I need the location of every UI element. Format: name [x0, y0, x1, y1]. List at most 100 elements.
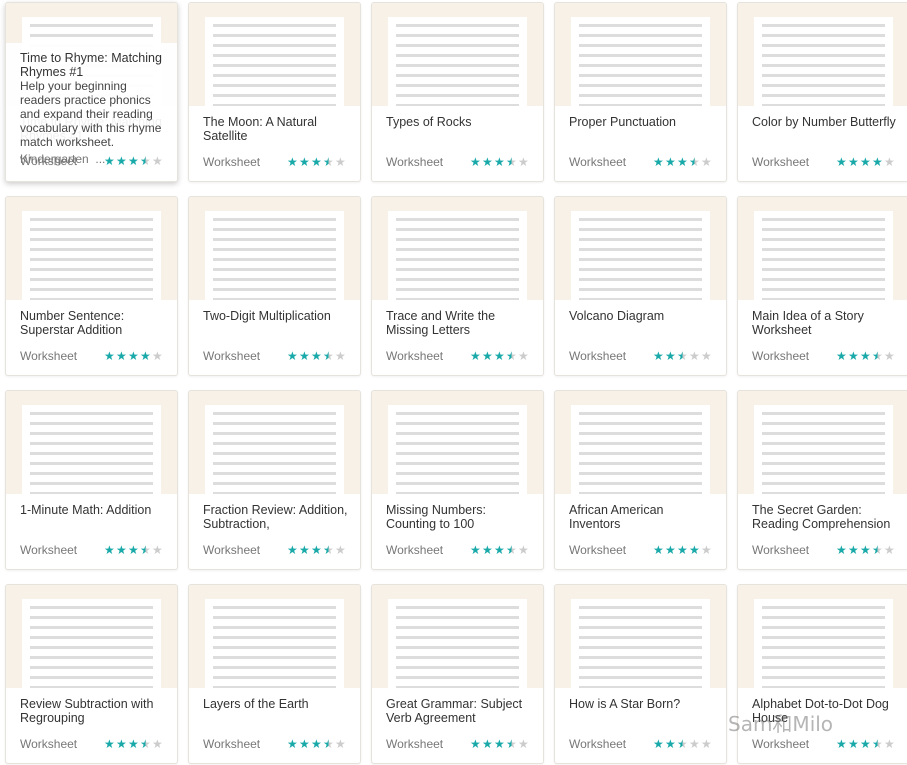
star-icon: ★ — [152, 737, 163, 751]
worksheet-card[interactable]: Review Subtraction with Regrouping Works… — [5, 584, 178, 764]
star-icon: ★ — [470, 349, 481, 363]
worksheet-thumbnail[interactable] — [372, 391, 543, 494]
worksheet-thumbnail[interactable] — [555, 197, 726, 300]
star-icon: ★ — [701, 737, 712, 751]
worksheet-thumbnail[interactable] — [738, 585, 907, 688]
star-icon: ★ — [665, 155, 676, 169]
star-rating: ★★★★★ — [104, 543, 163, 557]
worksheet-thumbnail[interactable] — [189, 197, 360, 300]
star-icon: ★ — [506, 155, 517, 169]
star-icon: ★ — [494, 543, 505, 557]
star-rating: ★★★★★ — [470, 349, 529, 363]
star-rating: ★★★★★ — [653, 543, 712, 557]
worksheet-card[interactable]: Missing Numbers: Counting to 100 Workshe… — [371, 390, 544, 570]
hover-details[interactable]: Time to Rhyme: Matching Rhymes #1 Help yo… — [6, 43, 177, 181]
star-icon: ★ — [689, 349, 700, 363]
card-title[interactable]: African American Inventors — [569, 503, 718, 531]
worksheet-thumbnail[interactable] — [6, 585, 177, 688]
star-rating: ★★★★★ — [104, 737, 163, 751]
star-icon: ★ — [116, 349, 127, 363]
star-icon: ★ — [506, 543, 517, 557]
star-icon: ★ — [299, 349, 310, 363]
worksheet-preview — [205, 211, 344, 300]
card-title[interactable]: Two-Digit Multiplication — [203, 309, 352, 323]
card-title[interactable]: Review Subtraction with Regrouping — [20, 697, 169, 725]
card-title[interactable]: Volcano Diagram — [569, 309, 718, 323]
star-icon: ★ — [128, 737, 139, 751]
worksheet-thumbnail[interactable] — [738, 197, 907, 300]
worksheet-thumbnail[interactable] — [189, 3, 360, 106]
card-title[interactable]: 1-Minute Math: Addition — [20, 503, 169, 517]
worksheet-card[interactable]: Volcano Diagram Worksheet ★ ★ ★ ★ ★ — [554, 196, 727, 376]
worksheet-thumbnail[interactable] — [372, 585, 543, 688]
card-type: Worksheet — [569, 737, 627, 751]
worksheet-card[interactable]: Time to Rhyme: Matching Rhymes #1 Worksh… — [5, 2, 178, 182]
star-icon: ★ — [884, 155, 895, 169]
card-type: Worksheet — [203, 543, 261, 557]
worksheet-thumbnail[interactable] — [738, 3, 907, 106]
card-title[interactable]: Color by Number Butterfly — [752, 115, 901, 129]
worksheet-card[interactable]: African American Inventors Worksheet ★ ★ ★ ★… — [554, 390, 727, 570]
star-rating: ★★★★★ — [653, 737, 712, 751]
star-icon: ★ — [494, 349, 505, 363]
worksheet-thumbnail[interactable] — [555, 585, 726, 688]
worksheet-card[interactable]: Types of Rocks Worksheet ★ ★ ★ ★ ★ — [371, 2, 544, 182]
card-type: Worksheet — [203, 737, 261, 751]
star-icon: ★ — [104, 543, 115, 557]
star-icon: ★ — [470, 737, 481, 751]
star-icon: ★ — [665, 543, 676, 557]
star-icon: ★ — [848, 543, 859, 557]
star-icon: ★ — [884, 543, 895, 557]
worksheet-card[interactable]: How is A Star Born? Worksheet ★ ★ ★ ★ ★ — [554, 584, 727, 764]
card-title[interactable]: How is A Star Born? — [569, 697, 718, 711]
star-icon: ★ — [335, 543, 346, 557]
worksheet-card[interactable]: Alphabet Dot-to-Dot Dog House Worksheet ★… — [737, 584, 907, 764]
worksheet-thumbnail[interactable] — [189, 585, 360, 688]
star-icon: ★ — [482, 349, 493, 363]
worksheet-card[interactable]: Great Grammar: Subject Verb Agreement Wo… — [371, 584, 544, 764]
card-title[interactable]: Trace and Write the Missing Letters — [386, 309, 535, 337]
card-type: Worksheet — [386, 543, 444, 557]
card-title[interactable]: Great Grammar: Subject Verb Agreement — [386, 697, 535, 725]
worksheet-thumbnail[interactable] — [372, 197, 543, 300]
card-type: Worksheet — [20, 154, 78, 168]
worksheet-card[interactable]: The Secret Garden: Reading Comprehension… — [737, 390, 907, 570]
star-icon: ★ — [287, 349, 298, 363]
star-icon: ★ — [653, 155, 664, 169]
card-title[interactable]: Layers of the Earth — [203, 697, 352, 711]
worksheet-card[interactable]: 1-Minute Math: Addition Worksheet ★ ★ ★ ★ ★ — [5, 390, 178, 570]
worksheet-thumbnail[interactable] — [372, 3, 543, 106]
worksheet-card[interactable]: Layers of the Earth Worksheet ★ ★ ★ ★ ★ — [188, 584, 361, 764]
worksheet-card[interactable]: Trace and Write the Missing Letters Work… — [371, 196, 544, 376]
star-rating: ★★★★★ — [653, 155, 712, 169]
card-title[interactable]: Missing Numbers: Counting to 100 — [386, 503, 535, 531]
worksheet-card[interactable]: The Moon: A Natural Satellite Worksheet ★… — [188, 2, 361, 182]
star-rating: ★★★★★ — [836, 155, 895, 169]
worksheet-thumbnail[interactable] — [555, 391, 726, 494]
worksheet-thumbnail[interactable] — [189, 391, 360, 494]
card-title[interactable]: Fraction Review: Addition, Subtraction, — [203, 503, 352, 531]
worksheet-card[interactable]: Proper Punctuation Worksheet ★ ★ ★ ★ ★ — [554, 2, 727, 182]
card-title[interactable]: The Secret Garden: Reading Comprehension — [752, 503, 901, 531]
worksheet-card[interactable]: Main Idea of a Story Worksheet Worksheet… — [737, 196, 907, 376]
card-title[interactable]: Proper Punctuation — [569, 115, 718, 129]
worksheet-thumbnail[interactable] — [6, 197, 177, 300]
worksheet-card[interactable]: Number Sentence: Superstar Addition Work… — [5, 196, 178, 376]
worksheet-preview — [205, 405, 344, 494]
worksheet-card[interactable]: Color by Number Butterfly Worksheet ★ ★ ★ ★ ★ — [737, 2, 907, 182]
star-rating: ★★★★★ — [470, 543, 529, 557]
worksheet-thumbnail[interactable] — [6, 391, 177, 494]
star-icon: ★ — [518, 543, 529, 557]
card-title[interactable]: Types of Rocks — [386, 115, 535, 129]
star-icon: ★ — [701, 155, 712, 169]
card-title[interactable]: Number Sentence: Superstar Addition — [20, 309, 169, 337]
card-title[interactable]: Main Idea of a Story Worksheet — [752, 309, 901, 337]
star-icon: ★ — [701, 543, 712, 557]
worksheet-card[interactable]: Two-Digit Multiplication Worksheet ★ ★ ★ ★ ★ — [188, 196, 361, 376]
worksheet-card[interactable]: Fraction Review: Addition, Subtraction, … — [188, 390, 361, 570]
worksheet-thumbnail[interactable] — [555, 3, 726, 106]
card-type: Worksheet — [752, 155, 810, 169]
star-rating: ★★★★★ — [287, 155, 346, 169]
worksheet-thumbnail[interactable] — [738, 391, 907, 494]
card-title[interactable]: The Moon: A Natural Satellite — [203, 115, 352, 143]
